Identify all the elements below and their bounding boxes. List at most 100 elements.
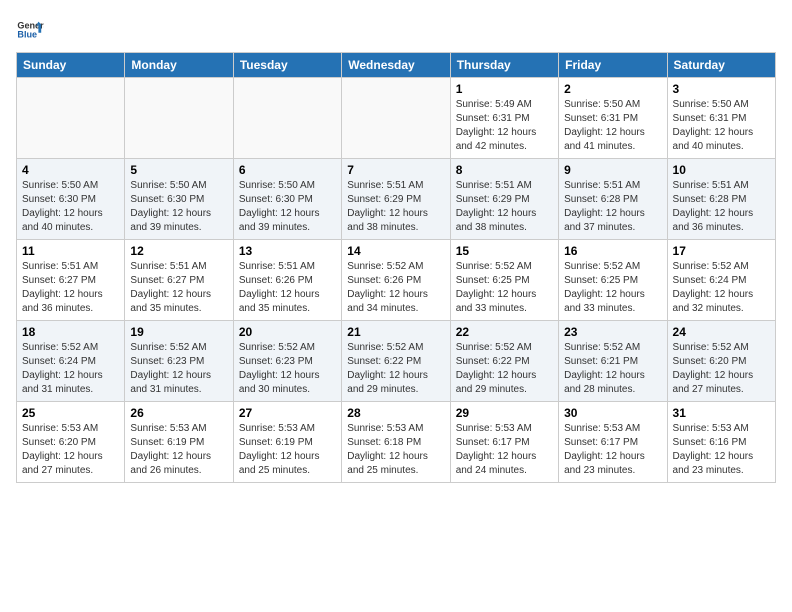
day-info: Sunrise: 5:49 AM Sunset: 6:31 PM Dayligh… (456, 98, 553, 154)
weekday-monday: Monday (125, 53, 233, 78)
day-info: Sunrise: 5:51 AM Sunset: 6:27 PM Dayligh… (130, 260, 227, 316)
calendar-cell (342, 78, 450, 159)
calendar-cell: 25Sunrise: 5:53 AM Sunset: 6:20 PM Dayli… (17, 402, 125, 483)
day-number: 12 (130, 244, 227, 258)
day-number: 24 (673, 325, 770, 339)
weekday-sunday: Sunday (17, 53, 125, 78)
day-number: 3 (673, 82, 770, 96)
day-info: Sunrise: 5:51 AM Sunset: 6:28 PM Dayligh… (564, 179, 661, 235)
day-info: Sunrise: 5:50 AM Sunset: 6:30 PM Dayligh… (239, 179, 336, 235)
day-info: Sunrise: 5:52 AM Sunset: 6:23 PM Dayligh… (130, 341, 227, 397)
day-number: 9 (564, 163, 661, 177)
day-number: 30 (564, 406, 661, 420)
calendar-cell: 24Sunrise: 5:52 AM Sunset: 6:20 PM Dayli… (667, 321, 775, 402)
day-info: Sunrise: 5:50 AM Sunset: 6:31 PM Dayligh… (673, 98, 770, 154)
week-row-5: 25Sunrise: 5:53 AM Sunset: 6:20 PM Dayli… (17, 402, 776, 483)
calendar-cell: 12 Sunrise: 5:51 AM Sunset: 6:27 PM Dayli… (125, 240, 233, 321)
day-number: 6 (239, 163, 336, 177)
calendar-cell (17, 78, 125, 159)
day-info: Sunrise: 5:52 AM Sunset: 6:22 PM Dayligh… (347, 341, 444, 397)
day-number: 11 (22, 244, 119, 258)
day-info: Sunrise: 5:51 AM Sunset: 6:27 PM Dayligh… (22, 260, 119, 316)
day-info: Sunrise: 5:52 AM Sunset: 6:25 PM Dayligh… (564, 260, 661, 316)
week-row-1: 1 Sunrise: 5:49 AM Sunset: 6:31 PM Daylig… (17, 78, 776, 159)
logo: General Blue (16, 16, 44, 44)
calendar-cell: 2 Sunrise: 5:50 AM Sunset: 6:31 PM Daylig… (559, 78, 667, 159)
day-number: 28 (347, 406, 444, 420)
day-info: Sunrise: 5:51 AM Sunset: 6:26 PM Dayligh… (239, 260, 336, 316)
svg-text:Blue: Blue (17, 30, 37, 40)
week-row-3: 11 Sunrise: 5:51 AM Sunset: 6:27 PM Dayli… (17, 240, 776, 321)
day-info: Sunrise: 5:50 AM Sunset: 6:30 PM Dayligh… (22, 179, 119, 235)
weekday-wednesday: Wednesday (342, 53, 450, 78)
day-info: Sunrise: 5:51 AM Sunset: 6:29 PM Dayligh… (347, 179, 444, 235)
day-number: 18 (22, 325, 119, 339)
calendar-cell: 26Sunrise: 5:53 AM Sunset: 6:19 PM Dayli… (125, 402, 233, 483)
day-number: 23 (564, 325, 661, 339)
day-info: Sunrise: 5:52 AM Sunset: 6:21 PM Dayligh… (564, 341, 661, 397)
week-row-2: 4 Sunrise: 5:50 AM Sunset: 6:30 PM Daylig… (17, 159, 776, 240)
day-number: 17 (673, 244, 770, 258)
calendar-table: SundayMondayTuesdayWednesdayThursdayFrid… (16, 52, 776, 483)
weekday-header-row: SundayMondayTuesdayWednesdayThursdayFrid… (17, 53, 776, 78)
calendar-cell: 10 Sunrise: 5:51 AM Sunset: 6:28 PM Dayli… (667, 159, 775, 240)
calendar-cell: 6 Sunrise: 5:50 AM Sunset: 6:30 PM Daylig… (233, 159, 341, 240)
day-info: Sunrise: 5:52 AM Sunset: 6:24 PM Dayligh… (22, 341, 119, 397)
calendar-cell: 22Sunrise: 5:52 AM Sunset: 6:22 PM Dayli… (450, 321, 558, 402)
day-number: 20 (239, 325, 336, 339)
calendar-cell: 7 Sunrise: 5:51 AM Sunset: 6:29 PM Daylig… (342, 159, 450, 240)
day-number: 15 (456, 244, 553, 258)
weekday-tuesday: Tuesday (233, 53, 341, 78)
day-number: 4 (22, 163, 119, 177)
day-number: 2 (564, 82, 661, 96)
day-number: 10 (673, 163, 770, 177)
calendar-cell: 8 Sunrise: 5:51 AM Sunset: 6:29 PM Daylig… (450, 159, 558, 240)
day-number: 26 (130, 406, 227, 420)
header: General Blue (16, 16, 776, 44)
day-info: Sunrise: 5:50 AM Sunset: 6:31 PM Dayligh… (564, 98, 661, 154)
day-number: 8 (456, 163, 553, 177)
calendar-cell (233, 78, 341, 159)
day-number: 16 (564, 244, 661, 258)
day-number: 21 (347, 325, 444, 339)
day-info: Sunrise: 5:53 AM Sunset: 6:18 PM Dayligh… (347, 422, 444, 478)
calendar-cell: 20 Sunrise: 5:52 AM Sunset: 6:23 PM Dayli… (233, 321, 341, 402)
day-info: Sunrise: 5:52 AM Sunset: 6:25 PM Dayligh… (456, 260, 553, 316)
calendar-cell: 17Sunrise: 5:52 AM Sunset: 6:24 PM Dayli… (667, 240, 775, 321)
calendar-cell: 31Sunrise: 5:53 AM Sunset: 6:16 PM Dayli… (667, 402, 775, 483)
day-number: 31 (673, 406, 770, 420)
day-info: Sunrise: 5:51 AM Sunset: 6:29 PM Dayligh… (456, 179, 553, 235)
day-info: Sunrise: 5:52 AM Sunset: 6:23 PM Dayligh… (239, 341, 336, 397)
day-number: 29 (456, 406, 553, 420)
calendar-cell: 5 Sunrise: 5:50 AM Sunset: 6:30 PM Daylig… (125, 159, 233, 240)
calendar-cell: 19Sunrise: 5:52 AM Sunset: 6:23 PM Dayli… (125, 321, 233, 402)
calendar-cell: 11 Sunrise: 5:51 AM Sunset: 6:27 PM Dayli… (17, 240, 125, 321)
calendar-cell: 14Sunrise: 5:52 AM Sunset: 6:26 PM Dayli… (342, 240, 450, 321)
calendar-body: 1 Sunrise: 5:49 AM Sunset: 6:31 PM Daylig… (17, 78, 776, 483)
logo-icon: General Blue (16, 16, 44, 44)
calendar-cell: 9 Sunrise: 5:51 AM Sunset: 6:28 PM Daylig… (559, 159, 667, 240)
weekday-friday: Friday (559, 53, 667, 78)
calendar-cell: 15 Sunrise: 5:52 AM Sunset: 6:25 PM Dayli… (450, 240, 558, 321)
day-info: Sunrise: 5:50 AM Sunset: 6:30 PM Dayligh… (130, 179, 227, 235)
weekday-thursday: Thursday (450, 53, 558, 78)
calendar-cell: 29 Sunrise: 5:53 AM Sunset: 6:17 PM Dayli… (450, 402, 558, 483)
day-info: Sunrise: 5:53 AM Sunset: 6:17 PM Dayligh… (456, 422, 553, 478)
day-number: 27 (239, 406, 336, 420)
calendar-cell: 21 Sunrise: 5:52 AM Sunset: 6:22 PM Dayli… (342, 321, 450, 402)
week-row-4: 18 Sunrise: 5:52 AM Sunset: 6:24 PM Dayli… (17, 321, 776, 402)
day-number: 7 (347, 163, 444, 177)
calendar-cell: 1 Sunrise: 5:49 AM Sunset: 6:31 PM Daylig… (450, 78, 558, 159)
day-number: 22 (456, 325, 553, 339)
day-info: Sunrise: 5:51 AM Sunset: 6:28 PM Dayligh… (673, 179, 770, 235)
weekday-saturday: Saturday (667, 53, 775, 78)
calendar-cell: 30Sunrise: 5:53 AM Sunset: 6:17 PM Dayli… (559, 402, 667, 483)
day-info: Sunrise: 5:53 AM Sunset: 6:19 PM Dayligh… (239, 422, 336, 478)
calendar-cell: 4 Sunrise: 5:50 AM Sunset: 6:30 PM Daylig… (17, 159, 125, 240)
calendar-cell: 23 Sunrise: 5:52 AM Sunset: 6:21 PM Dayli… (559, 321, 667, 402)
day-number: 1 (456, 82, 553, 96)
calendar-cell: 18 Sunrise: 5:52 AM Sunset: 6:24 PM Dayli… (17, 321, 125, 402)
day-number: 5 (130, 163, 227, 177)
day-number: 13 (239, 244, 336, 258)
calendar-cell: 27 Sunrise: 5:53 AM Sunset: 6:19 PM Dayli… (233, 402, 341, 483)
